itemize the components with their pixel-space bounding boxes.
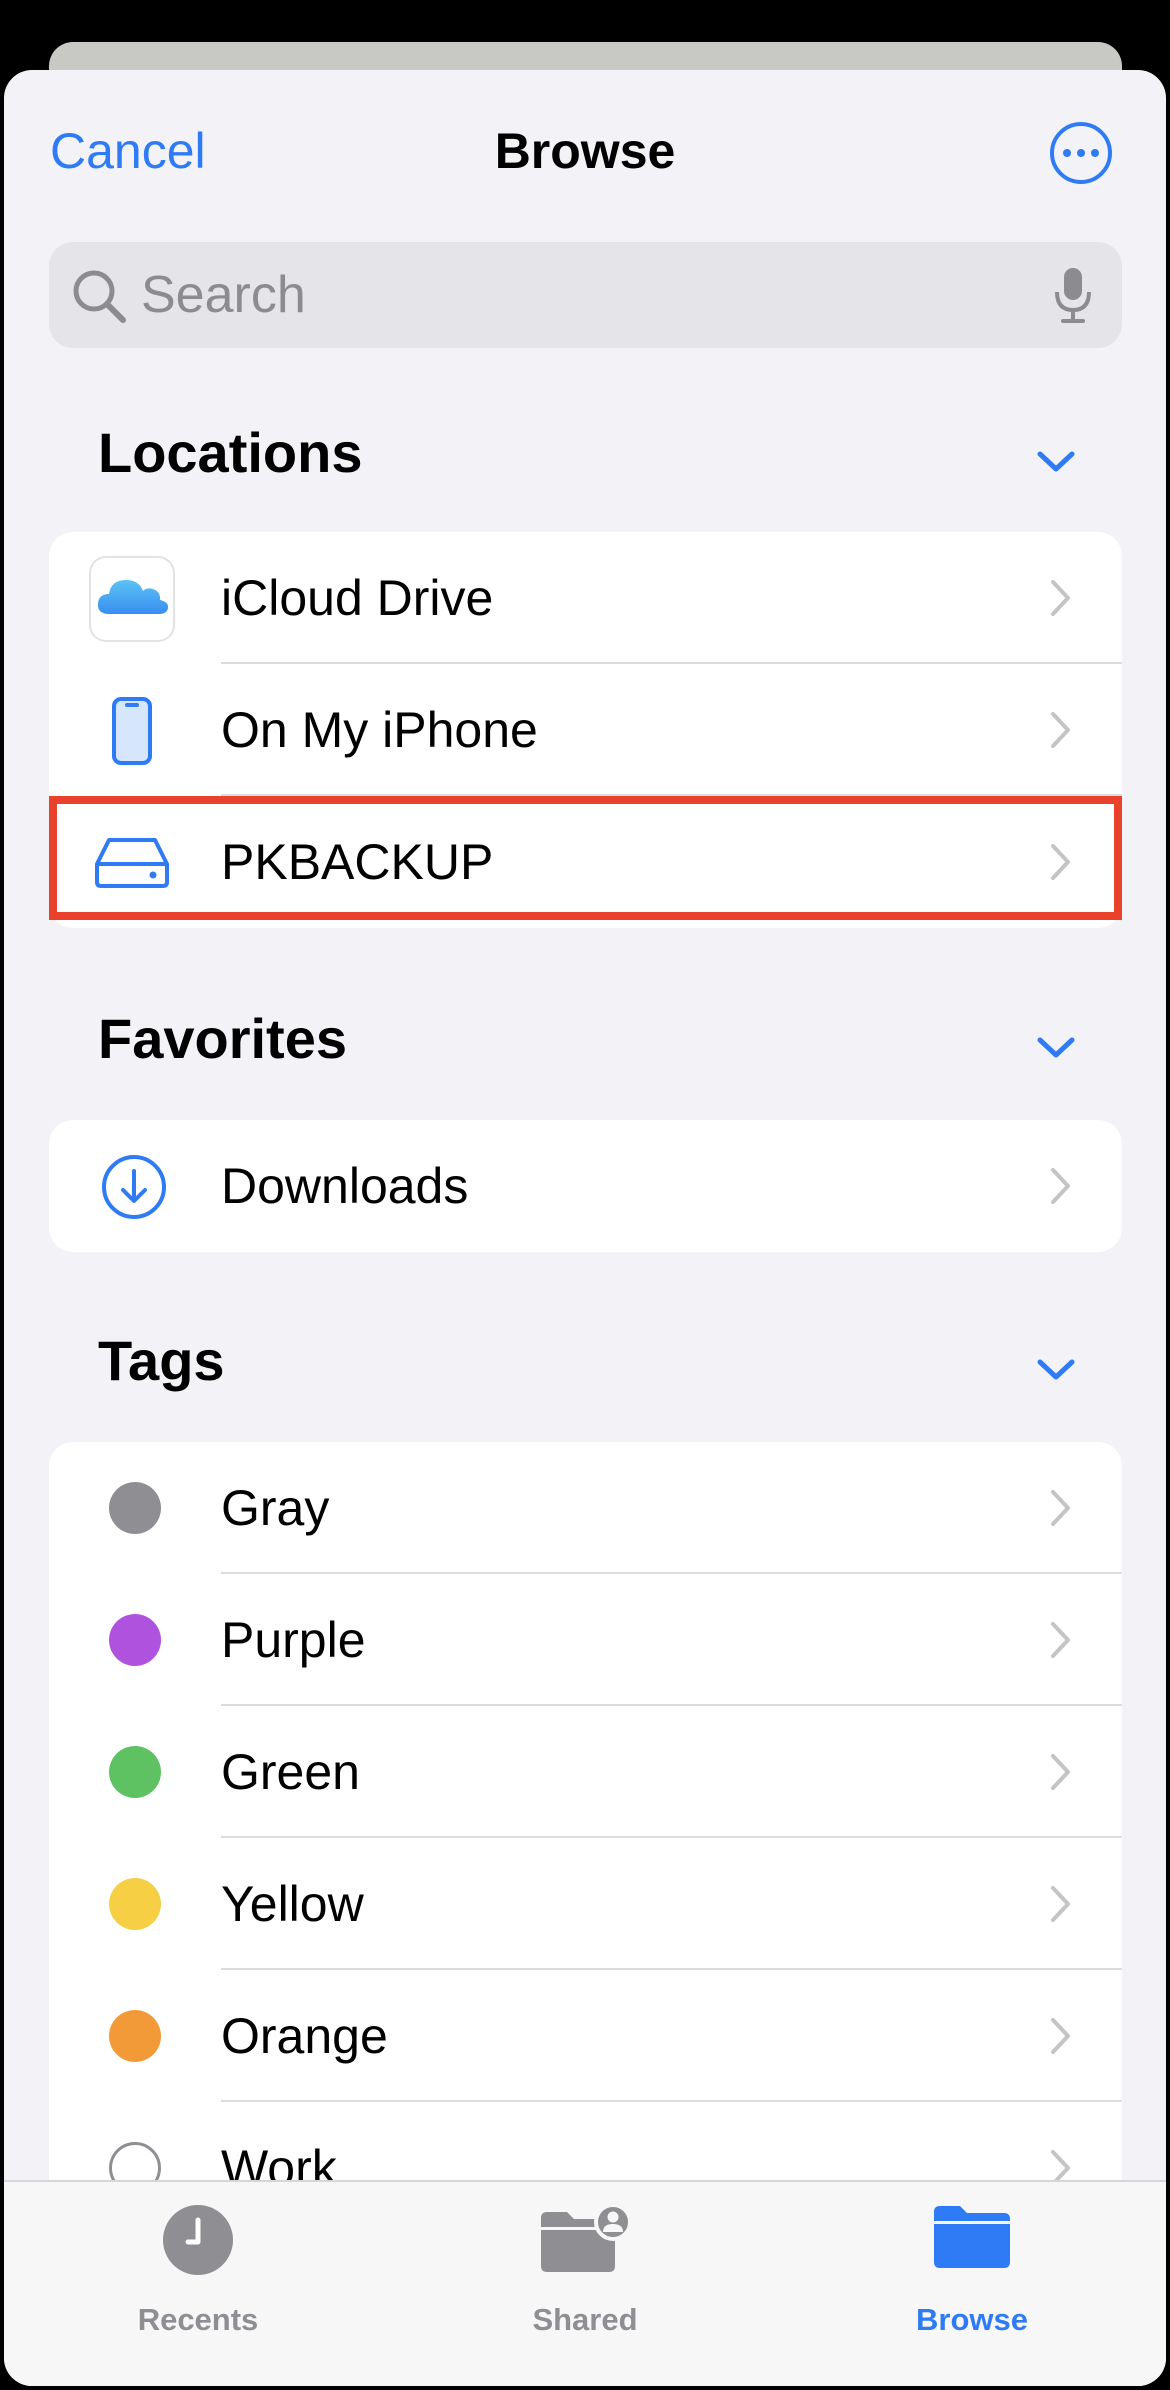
tag-label: Green — [221, 1744, 360, 1800]
tab-bar: Recents Shared Browse — [4, 2180, 1166, 2386]
folder-icon — [934, 2206, 1010, 2268]
location-item-icloud-drive[interactable]: iCloud Drive — [49, 532, 1122, 664]
tag-label: Yellow — [221, 1876, 364, 1932]
search-icon — [73, 270, 126, 323]
locations-list: iCloud Drive On My iPhone PKBACKUP — [49, 532, 1122, 928]
clock-icon — [163, 2205, 233, 2275]
section-title-favorites: Favorites — [98, 1007, 347, 1070]
collapse-locations-icon[interactable] — [1036, 450, 1076, 474]
tag-item-orange[interactable]: Orange — [49, 1970, 1122, 2102]
location-label: iCloud Drive — [221, 570, 494, 626]
tag-item-green[interactable]: Green — [49, 1706, 1122, 1838]
section-title-locations: Locations — [98, 421, 363, 484]
chevron-right-icon — [1051, 1754, 1070, 1790]
iphone-icon — [112, 697, 152, 765]
external-drive-icon — [95, 838, 169, 888]
page-title: Browse — [494, 123, 676, 179]
shared-folder-icon — [541, 2204, 632, 2272]
collapse-favorites-icon[interactable] — [1036, 1036, 1076, 1060]
section-title-tags: Tags — [98, 1329, 225, 1392]
tag-item-gray[interactable]: Gray — [49, 1442, 1122, 1574]
chevron-right-icon — [1051, 2018, 1070, 2054]
chevron-right-icon — [1051, 1886, 1070, 1922]
icloud-icon — [89, 556, 175, 642]
tab-browse[interactable]: Browse — [822, 2182, 1122, 2382]
browse-sheet: Cancel Browse Locations iCloud Drive — [4, 70, 1166, 2386]
chevron-right-icon — [1051, 580, 1070, 616]
location-label: PKBACKUP — [221, 834, 494, 890]
microphone-icon[interactable] — [1053, 266, 1093, 324]
tab-label: Shared — [532, 2302, 638, 2337]
chevron-right-icon — [1051, 1622, 1070, 1658]
chevron-right-icon — [1051, 844, 1070, 880]
tag-color-dot — [109, 2010, 161, 2062]
chevron-right-icon — [1051, 712, 1070, 748]
tag-label: Gray — [221, 1480, 330, 1536]
search-bar[interactable] — [49, 242, 1122, 348]
chevron-right-icon — [1051, 1490, 1070, 1526]
more-options-icon[interactable] — [1050, 122, 1112, 184]
tab-label: Browse — [916, 2302, 1028, 2337]
location-item-on-my-iphone[interactable]: On My iPhone — [49, 664, 1122, 796]
location-label: On My iPhone — [221, 702, 538, 758]
tab-shared[interactable]: Shared — [435, 2182, 735, 2382]
tag-item-purple[interactable]: Purple — [49, 1574, 1122, 1706]
tag-color-dot — [109, 1746, 161, 1798]
tab-label: Recents — [137, 2302, 259, 2337]
chevron-right-icon — [1051, 1168, 1070, 1204]
tag-label: Orange — [221, 2008, 388, 2064]
favorite-label: Downloads — [221, 1158, 469, 1214]
tag-color-dot — [109, 1482, 161, 1534]
tags-list: Gray Purple Green Yellow Orange Work — [49, 1442, 1122, 2242]
favorites-list: Downloads — [49, 1120, 1122, 1252]
tab-recents[interactable]: Recents — [48, 2182, 348, 2382]
collapse-tags-icon[interactable] — [1036, 1358, 1076, 1382]
tag-color-dot — [109, 1614, 161, 1666]
location-item-pkbackup[interactable]: PKBACKUP — [49, 796, 1122, 928]
search-input[interactable] — [141, 262, 1001, 328]
tag-color-dot — [109, 1878, 161, 1930]
tag-label: Purple — [221, 1612, 366, 1668]
favorite-item-downloads[interactable]: Downloads — [49, 1120, 1122, 1252]
download-circle-icon — [102, 1155, 166, 1219]
tag-item-yellow[interactable]: Yellow — [49, 1838, 1122, 1970]
